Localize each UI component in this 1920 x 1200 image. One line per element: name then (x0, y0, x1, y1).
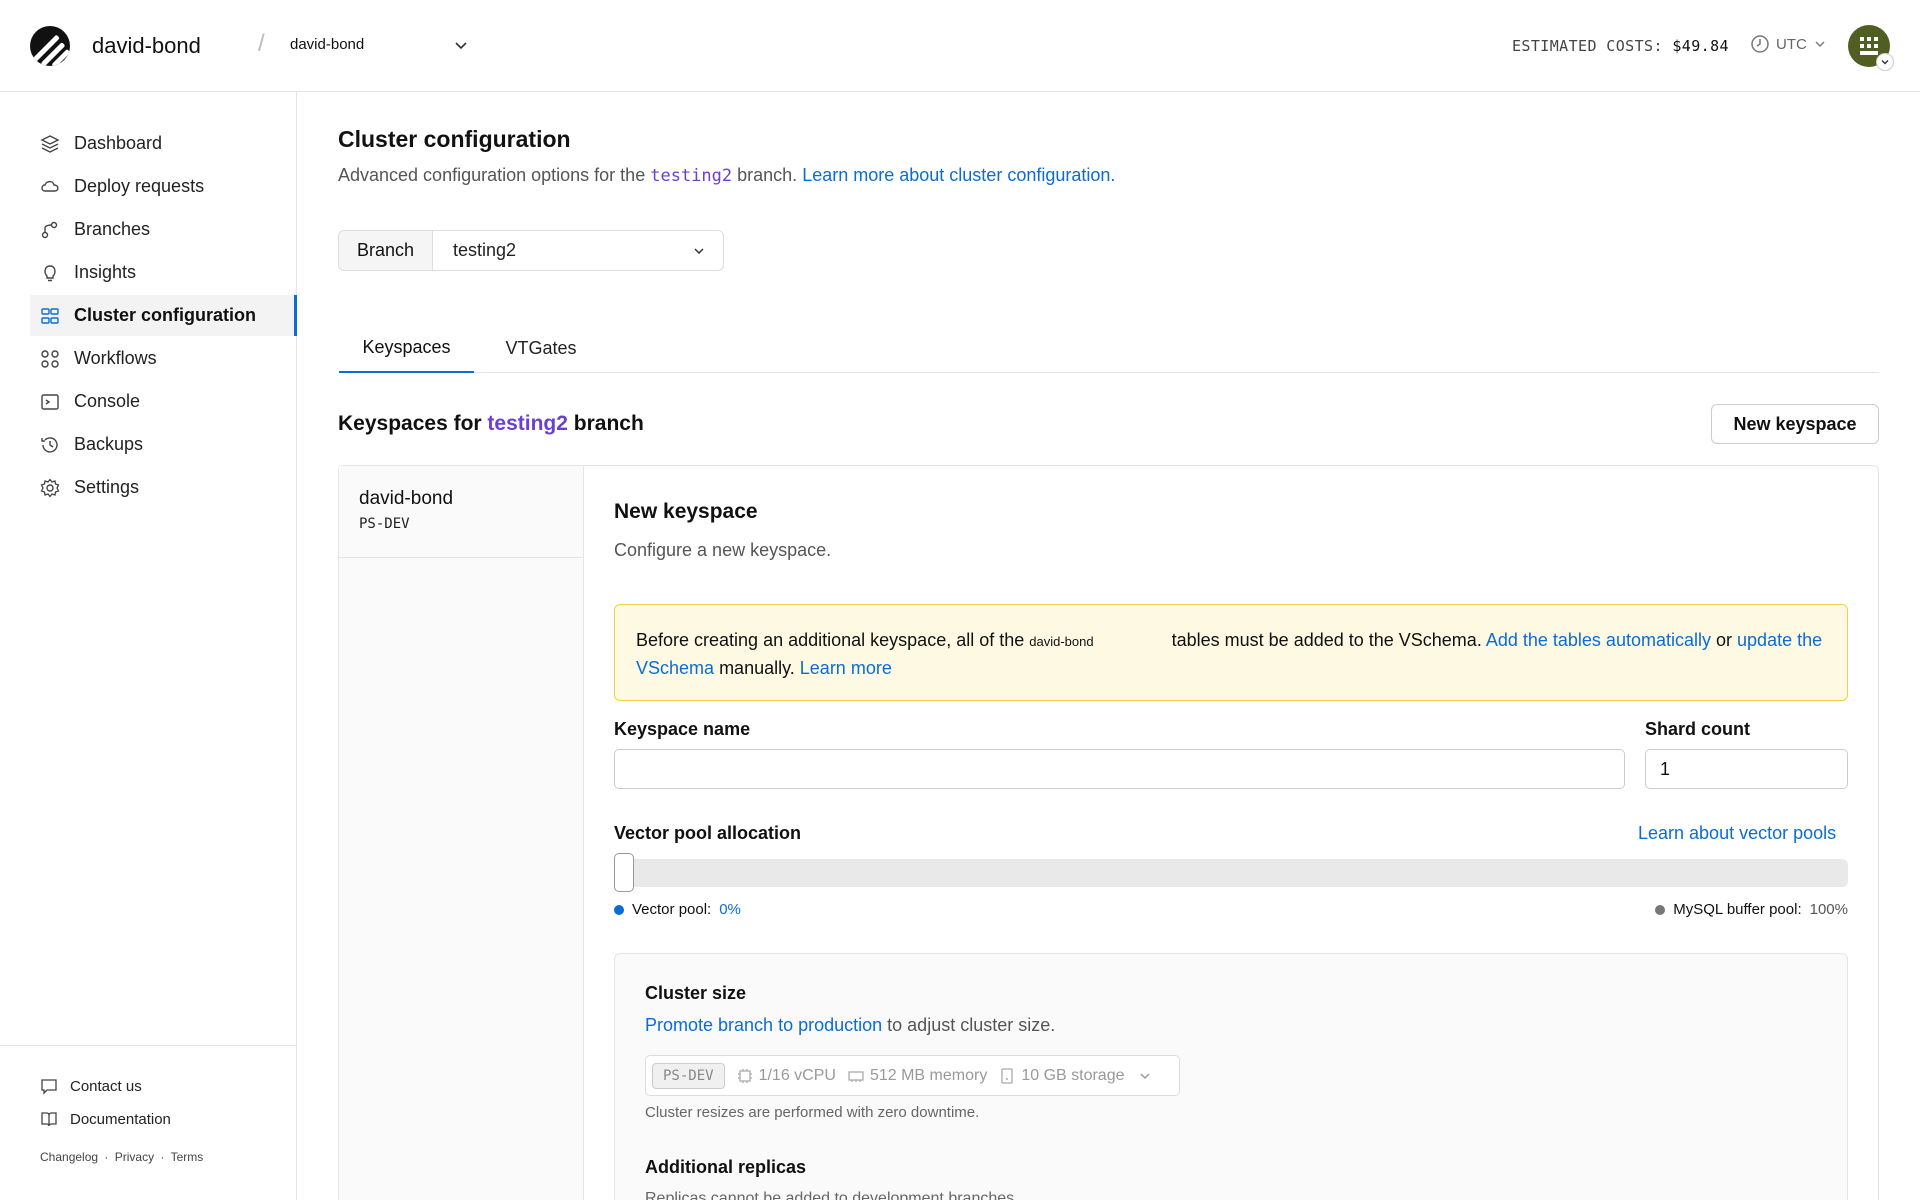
additional-replicas-description: Replicas cannot be added to development … (645, 1190, 1019, 1200)
terms-link[interactable]: Terms (171, 1150, 204, 1164)
form-title: New keyspace (614, 500, 758, 523)
timezone-selector[interactable]: UTC (1750, 34, 1827, 54)
book-icon (41, 1112, 57, 1127)
keyspace-list: david-bond PS-DEV (339, 466, 584, 1200)
keyspace-name: david-bond (359, 488, 454, 509)
footer-links: Changelog · Privacy · Terms (40, 1150, 204, 1164)
branch-selector-label: Branch (339, 231, 433, 270)
org-name[interactable]: david-bond (92, 33, 201, 59)
branch-selector[interactable]: Branch testing2 (338, 230, 724, 271)
cpu-icon (737, 1068, 752, 1083)
cluster-size-title: Cluster size (645, 983, 747, 1003)
vector-pool-legend: Vector pool: 0% (614, 901, 741, 918)
keyspaces-heading: Keyspaces for testing2 branch (338, 412, 644, 435)
mysql-pool-dot-icon (1655, 904, 1666, 915)
chevron-down-icon (1139, 1072, 1150, 1079)
page-title: Cluster configuration (338, 126, 571, 152)
sidebar-item-dashboard[interactable]: Dashboard (30, 123, 297, 164)
privacy-link[interactable]: Privacy (115, 1150, 154, 1164)
page-description: Advanced configuration options for the t… (338, 165, 1116, 186)
chevron-down-icon[interactable] (452, 36, 470, 54)
keyspace-list-item[interactable]: david-bond PS-DEV (339, 466, 583, 558)
chevron-down-icon (694, 248, 704, 255)
chevron-down-icon (1815, 41, 1825, 47)
planetscale-logo-icon[interactable] (30, 26, 70, 66)
branch-icon (41, 221, 58, 238)
memory-spec: 512 MB memory (848, 1067, 987, 1085)
learn-more-link[interactable]: Learn more (800, 658, 892, 678)
vschema-warning-alert: Before creating an additional keyspace, … (614, 604, 1848, 701)
backup-icon (41, 436, 58, 453)
sidebar-item-branches[interactable]: Branches (30, 209, 297, 250)
promote-branch-link[interactable]: Promote branch to production (645, 1015, 882, 1035)
mysql-buffer-pool-value: 100% (1809, 901, 1848, 918)
chat-icon (41, 1079, 57, 1095)
sidebar-item-settings[interactable]: Settings (30, 467, 297, 508)
estimated-costs: ESTIMATED COSTS: $49.84 (1512, 37, 1729, 55)
documentation-link[interactable]: Documentation (40, 1110, 171, 1128)
vector-pool-label: Vector pool allocation (614, 823, 802, 843)
cluster-resize-note: Cluster resizes are performed with zero … (645, 1104, 980, 1121)
deploy-icon (41, 180, 59, 192)
database-name-tag: david-bond (1029, 634, 1094, 649)
cluster-size-tag: PS-DEV (652, 1062, 725, 1089)
lightbulb-icon (44, 264, 56, 281)
sidebar-item-deploy-requests[interactable]: Deploy requests (30, 166, 297, 207)
new-keyspace-button[interactable]: New keyspace (1711, 404, 1879, 444)
branch-name-code: testing2 (650, 166, 733, 186)
cluster-config-docs-link[interactable]: Learn more about cluster configuration. (802, 165, 1115, 185)
cluster-icon (41, 307, 59, 324)
mysql-buffer-pool-legend: MySQL buffer pool: 100% (1655, 901, 1848, 918)
contact-us-link[interactable]: Contact us (40, 1077, 142, 1095)
cluster-size-description: Promote branch to production to adjust c… (645, 1015, 1056, 1035)
gear-icon (40, 477, 60, 498)
breadcrumb-separator: / (258, 30, 265, 57)
account-menu-chevron-icon[interactable] (1876, 53, 1894, 71)
tab-bar: Keyspaces VTGates (339, 324, 1879, 373)
tab-vtgates[interactable]: VTGates (486, 324, 596, 373)
keyspace-name-label: Keyspace name (614, 719, 751, 739)
memory-icon (848, 1070, 864, 1082)
clock-icon (1751, 35, 1769, 53)
vector-pool-value: 0% (719, 901, 741, 918)
console-icon (41, 393, 59, 410)
keyspace-size: PS-DEV (359, 516, 410, 532)
database-name[interactable]: david-bond (290, 36, 364, 53)
sidebar-item-console[interactable]: Console (30, 381, 297, 422)
storage-spec: 10 GB storage (999, 1067, 1125, 1085)
cpu-spec: 1/16 vCPU (737, 1067, 836, 1085)
keyspace-name-input[interactable] (614, 749, 1625, 789)
learn-vector-pools-link[interactable]: Learn about vector pools (1638, 823, 1836, 844)
top-header: david-bond / david-bond ESTIMATED COSTS:… (0, 0, 1920, 92)
timezone-label: UTC (1776, 35, 1807, 53)
form-description: Configure a new keyspace. (614, 540, 832, 560)
vector-pool-slider-track[interactable] (614, 859, 1848, 887)
vector-pool-slider-handle[interactable] (614, 853, 634, 892)
avatar-pattern-icon (1860, 37, 1878, 55)
changelog-link[interactable]: Changelog (40, 1150, 98, 1164)
sidebar-item-backups[interactable]: Backups (30, 424, 297, 465)
workflows-icon (41, 349, 59, 368)
cluster-size-select: PS-DEV 1/16 vCPU 512 MB memory 10 GB sto… (645, 1055, 1180, 1096)
sidebar: Dashboard Deploy requests Branches Insig… (0, 92, 297, 1200)
sidebar-item-cluster-configuration[interactable]: Cluster configuration (30, 295, 297, 336)
add-tables-automatically-link[interactable]: Add the tables automatically (1486, 630, 1711, 650)
tab-keyspaces[interactable]: Keyspaces (339, 324, 474, 373)
layers-icon (40, 134, 60, 153)
additional-replicas-title: Additional replicas (645, 1157, 807, 1177)
storage-icon (1001, 1067, 1013, 1084)
shard-count-input[interactable] (1645, 749, 1848, 789)
sidebar-item-workflows[interactable]: Workflows (30, 338, 297, 379)
sidebar-item-insights[interactable]: Insights (30, 252, 297, 293)
shard-count-label: Shard count (1645, 719, 1751, 739)
branch-selector-value[interactable]: testing2 (433, 231, 723, 270)
vector-pool-dot-icon (614, 904, 624, 915)
